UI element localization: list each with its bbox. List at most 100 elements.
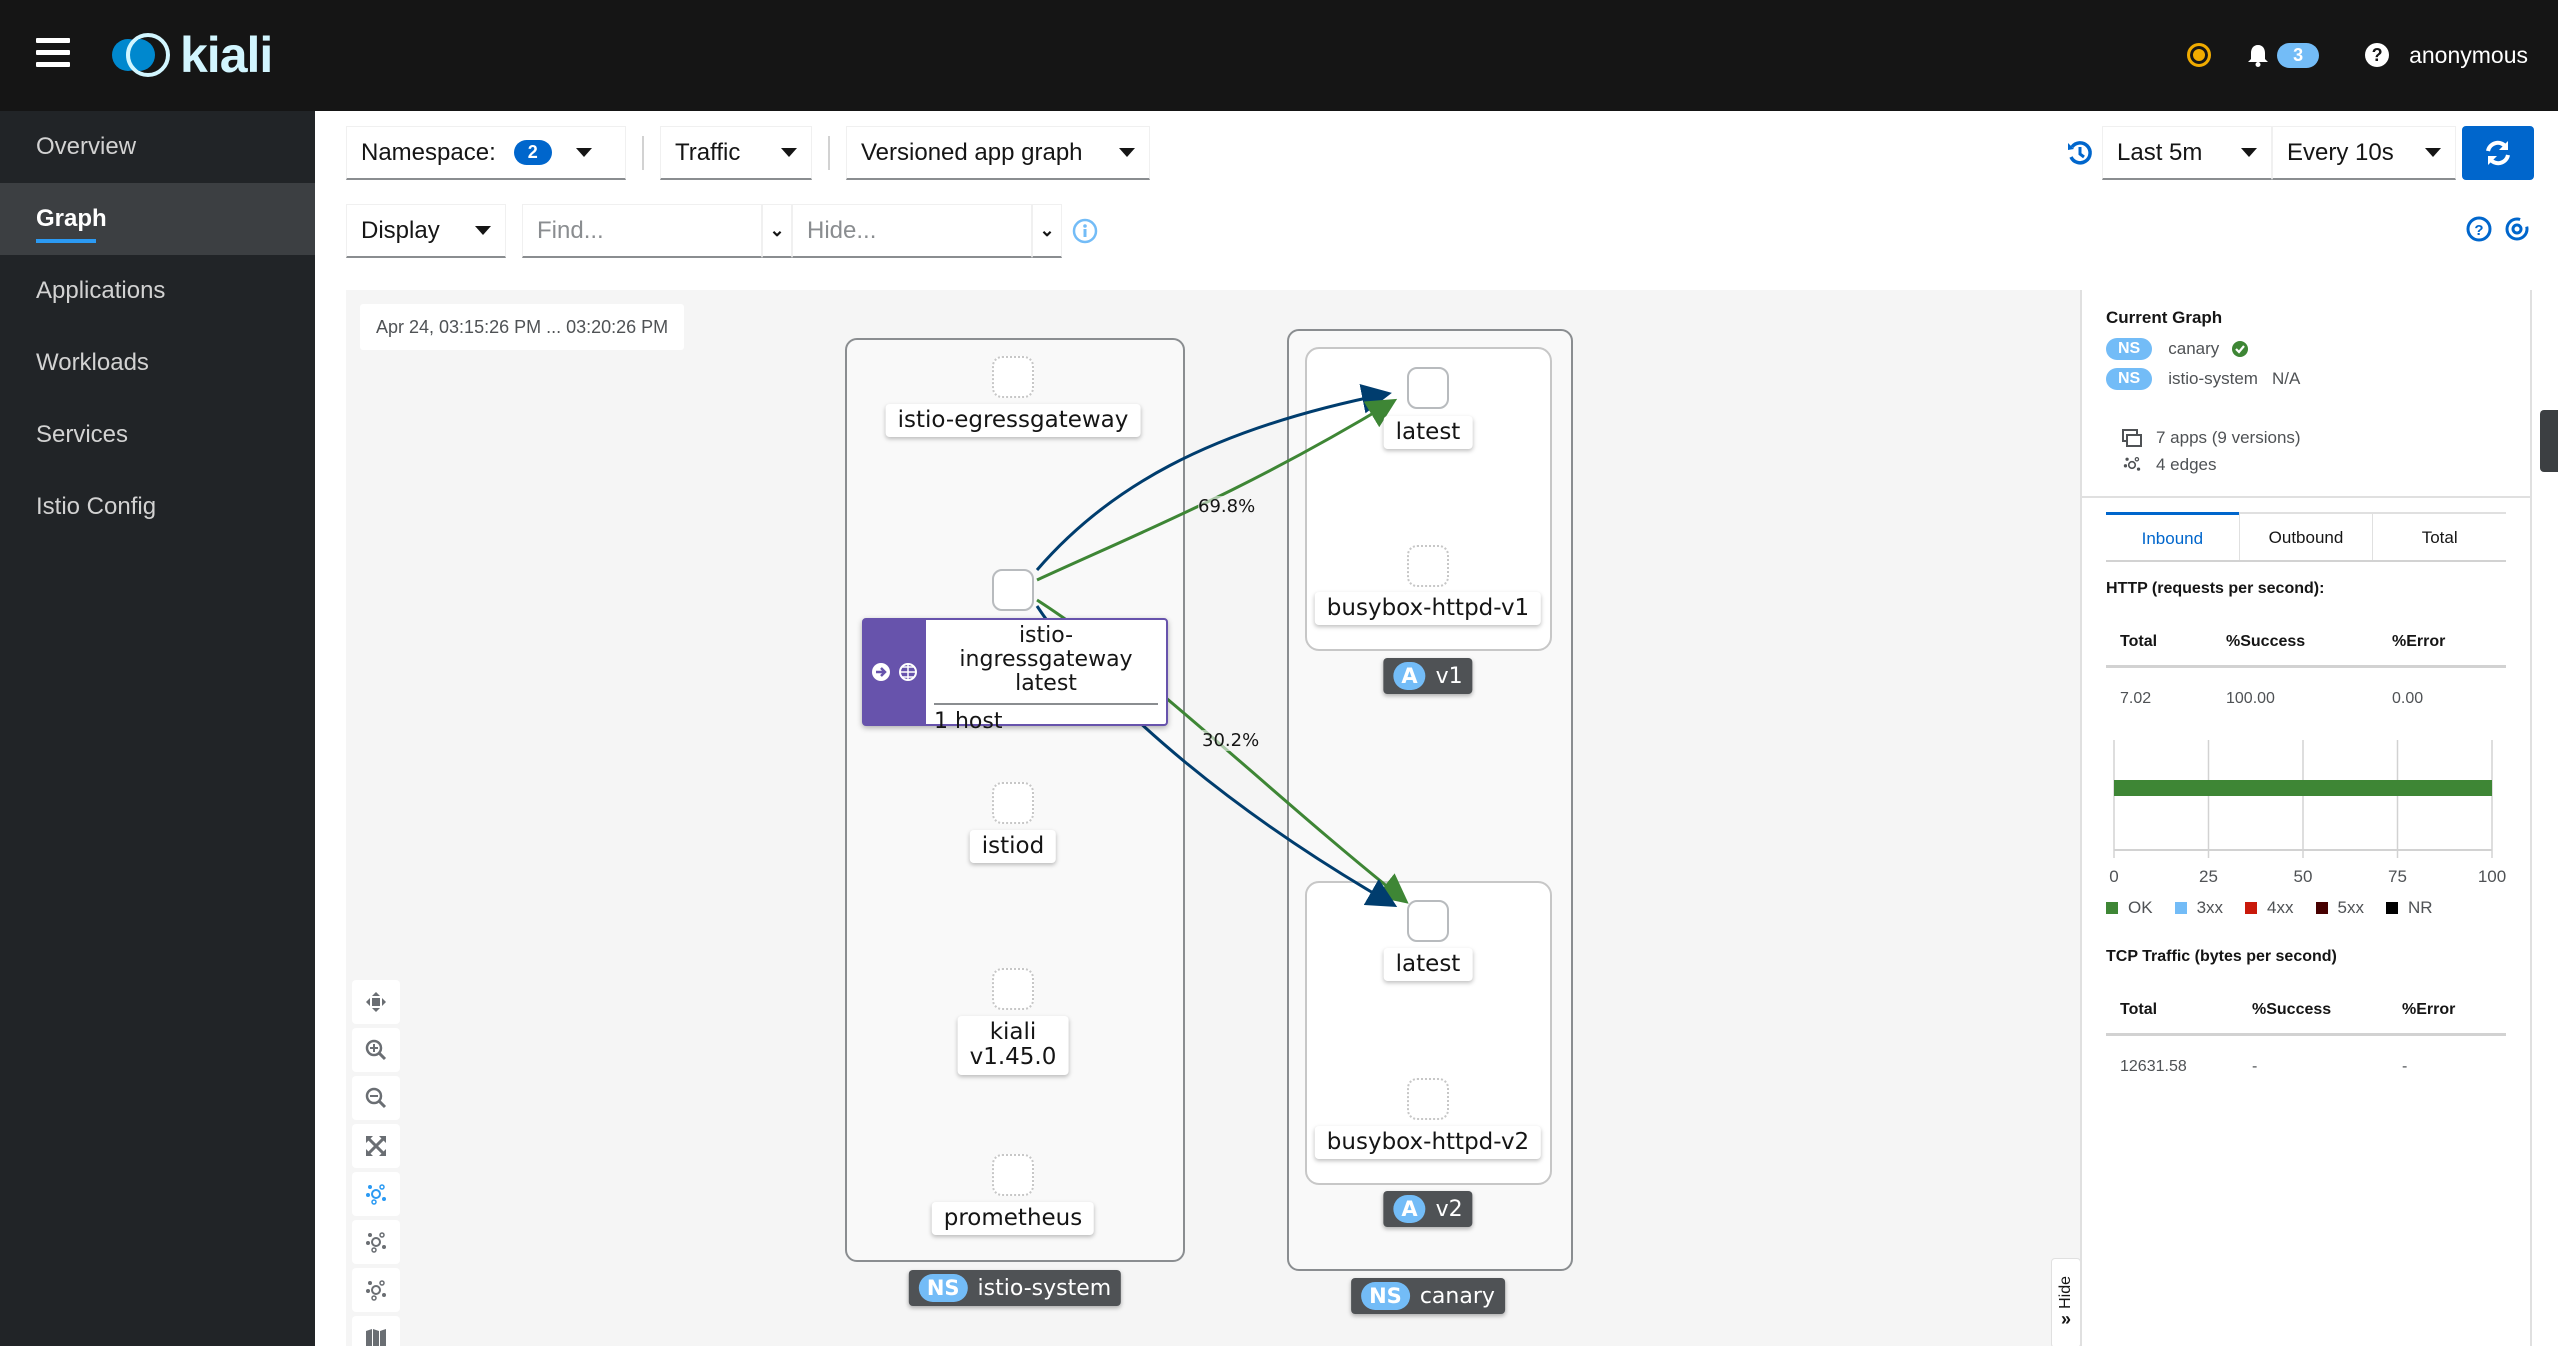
refresh-interval-dropdown[interactable]: Every 10s xyxy=(2272,126,2456,180)
hamburger-menu-button[interactable] xyxy=(36,38,70,70)
sidebar-item-workloads[interactable]: Workloads xyxy=(0,327,315,399)
graph-canvas[interactable]: Apr 24, 03:15:26 PM ... 03:20:26 PM NS i… xyxy=(346,290,2080,1346)
kiali-logo[interactable]: kiali xyxy=(106,27,273,83)
node-prometheus[interactable] xyxy=(992,1154,1034,1196)
hide-input[interactable] xyxy=(807,216,1017,245)
sidebar-item-services[interactable]: Services xyxy=(0,399,315,471)
pan-button[interactable] xyxy=(352,980,400,1024)
node-label-kiali: kiali v1.45.0 xyxy=(957,1016,1069,1075)
zoom-in-button[interactable] xyxy=(352,1028,400,1072)
layout-2-button[interactable] xyxy=(352,1268,400,1312)
hide-input-wrapper xyxy=(792,204,1032,258)
legend-item-ok: OK xyxy=(2106,898,2153,918)
x-tick-label: 100 xyxy=(2478,867,2506,886)
fit-to-screen-button[interactable] xyxy=(352,1124,400,1168)
node-card-istio-ingressgateway[interactable]: istio-ingressgateway latest 1 host xyxy=(862,618,1168,734)
notification-count-badge[interactable]: 3 xyxy=(2277,42,2320,68)
graph-settings-reset-icon[interactable] xyxy=(2504,216,2530,242)
node-istio-egressgateway[interactable] xyxy=(992,356,1034,398)
apps-count: 7 apps (9 versions) xyxy=(2156,428,2301,447)
ingress-badge xyxy=(864,620,926,724)
node-detail: 1 host xyxy=(934,708,1003,734)
find-input[interactable] xyxy=(537,216,747,245)
panel-namespace-canary: NS canary xyxy=(2106,338,2249,360)
info-icon[interactable] xyxy=(1072,218,1098,244)
namespace-name[interactable]: istio-system xyxy=(2168,369,2258,389)
tcp-success: - xyxy=(2252,1058,2258,1075)
node-busybox-httpd-v2[interactable] xyxy=(1407,1078,1449,1120)
x-tick-label: 25 xyxy=(2199,867,2218,886)
applications-icon xyxy=(2122,429,2142,447)
find-history-button[interactable]: ⌄ xyxy=(762,204,792,258)
help-icon[interactable]: ? xyxy=(2365,43,2390,67)
namespace-count-badge: 2 xyxy=(513,140,552,165)
brand-name: kiali xyxy=(180,27,273,83)
duration-dropdown[interactable]: Last 5m xyxy=(2102,126,2272,180)
layout-default-button[interactable] xyxy=(352,1172,400,1216)
http-section-title: HTTP (requests per second): xyxy=(2106,580,2325,597)
legend-label: 3xx xyxy=(2196,898,2224,917)
check-circle-icon xyxy=(2232,341,2249,357)
browser-extension-handle[interactable] xyxy=(2540,410,2558,472)
tab-inbound[interactable]: Inbound xyxy=(2106,512,2239,560)
zoom-in-icon xyxy=(365,1039,387,1061)
map-icon xyxy=(366,1329,386,1346)
sidebar-item-graph[interactable]: Graph xyxy=(0,183,315,255)
traffic-dropdown[interactable]: Traffic xyxy=(660,126,812,180)
divider xyxy=(2082,496,2530,498)
legend-label: NR xyxy=(2407,898,2433,917)
node-v2-latest[interactable] xyxy=(1407,900,1449,942)
display-label: Display xyxy=(361,216,440,244)
refresh-button[interactable] xyxy=(2462,126,2534,180)
namespace-name[interactable]: canary xyxy=(2168,339,2219,359)
caret-down-icon xyxy=(575,148,592,157)
sidebar-item-istio-config[interactable]: Istio Config xyxy=(0,471,315,543)
tab-outbound[interactable]: Outbound xyxy=(2238,512,2373,560)
table-header-row: Total %Success %Error xyxy=(2106,986,2506,1036)
istio-status-icon[interactable] xyxy=(2187,43,2212,67)
node-istio-ingressgateway[interactable] xyxy=(992,569,1034,611)
divider xyxy=(934,702,1158,705)
help-tour-icon[interactable]: ? xyxy=(2466,216,2492,242)
legend-swatch xyxy=(2106,902,2118,914)
layout-1-button[interactable] xyxy=(352,1220,400,1264)
node-busybox-httpd-v1[interactable] xyxy=(1407,545,1449,587)
bar-ok[interactable] xyxy=(2114,780,2492,796)
graph-type-dropdown[interactable]: Versioned app graph xyxy=(846,126,1150,180)
legend-item-4xx: 4xx xyxy=(2245,898,2294,918)
expand-icon xyxy=(365,1135,387,1157)
svg-text:?: ? xyxy=(2474,222,2483,239)
node-v1-latest[interactable] xyxy=(1407,367,1449,409)
legend-button[interactable] xyxy=(352,1316,400,1346)
user-menu[interactable]: anonymous xyxy=(2409,42,2528,69)
node-istiod[interactable] xyxy=(992,782,1034,824)
display-dropdown[interactable]: Display xyxy=(346,204,506,258)
hide-side-panel-button[interactable]: Hide » xyxy=(2051,1258,2080,1346)
node-label: istiod xyxy=(969,830,1057,864)
namespace-health: N/A xyxy=(2271,369,2301,388)
node-kiali[interactable] xyxy=(992,968,1034,1010)
tab-total[interactable]: Total xyxy=(2372,512,2507,560)
legend-label: OK xyxy=(2128,898,2153,917)
sidebar-item-overview[interactable]: Overview xyxy=(0,111,315,183)
edges-count: 4 edges xyxy=(2156,455,2217,474)
col-success: %Success xyxy=(2252,1000,2332,1018)
hide-history-button[interactable]: ⌄ xyxy=(1032,204,1062,258)
globe-route-icon xyxy=(899,663,917,681)
tcp-total: 12631.58 xyxy=(2120,1058,2187,1075)
apps-summary: 7 apps (9 versions) xyxy=(2122,428,2301,448)
zoom-out-button[interactable] xyxy=(352,1076,400,1120)
node-label: istio-ingressgateway xyxy=(959,623,1133,673)
http-total: 7.02 xyxy=(2120,690,2152,707)
bell-icon[interactable] xyxy=(2247,43,2269,67)
topology-icon xyxy=(2123,457,2141,471)
x-tick-label: 75 xyxy=(2388,867,2407,886)
sidebar-item-applications[interactable]: Applications xyxy=(0,255,315,327)
masthead: kiali 3 ? anonymous xyxy=(0,0,2558,111)
namespace-dropdown[interactable]: Namespace: 2 xyxy=(346,126,626,180)
history-icon[interactable] xyxy=(2066,139,2094,167)
panel-namespace-istio-system: NS istio-system N/A xyxy=(2106,368,2300,390)
hamburger-icon-line xyxy=(36,38,70,43)
table-row: 12631.58 - - xyxy=(2106,1036,2506,1098)
double-chevron-right-icon: » xyxy=(2060,1308,2071,1329)
